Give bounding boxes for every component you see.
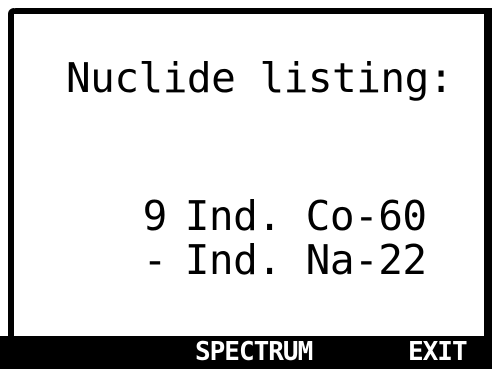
screen-title: Nuclide listing:: [66, 54, 453, 102]
exit-softkey[interactable]: EXIT: [408, 336, 492, 369]
display-bezel-left: [8, 8, 14, 338]
display-bezel-right: [484, 8, 492, 338]
device-display: Nuclide listing: 9 Ind. Co-60 - Ind. Na-22…: [0, 0, 492, 369]
display-bezel-top: [10, 8, 492, 14]
nuclide-marker: -: [142, 236, 168, 284]
nuclide-name: Ind. Na-22: [184, 236, 427, 284]
nuclide-list-item[interactable]: - Ind. Na-22: [28, 194, 427, 326]
softkey-left[interactable]: [0, 336, 150, 369]
spectrum-softkey[interactable]: SPECTRUM: [195, 336, 325, 369]
